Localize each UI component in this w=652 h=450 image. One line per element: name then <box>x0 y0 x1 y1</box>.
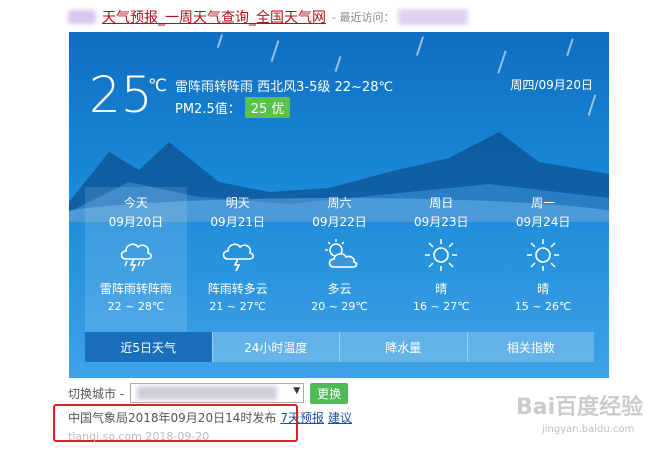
forecast-day-name: 周六 <box>327 196 352 210</box>
blurred-recent-city[interactable] <box>398 9 469 25</box>
forecast-day-date: 09月24日 <box>515 215 571 229</box>
forecast-day-date: 09月22日 <box>312 215 367 229</box>
site-title-link[interactable]: 天气预报_一周天气查询_全国天气网 <box>102 7 326 27</box>
tab-5-day-weather[interactable]: 近5日天气 <box>85 332 212 362</box>
forecast-day-desc: 雷阵雨转阵雨 <box>99 282 172 296</box>
forecast-day-range: 21 ~ 27℃ <box>209 300 266 313</box>
forecast-tabs: 近5日天气 24小时温度 降水量 相关指数 <box>85 332 594 362</box>
forecast-day-desc: 晴 <box>537 282 550 296</box>
current-temperature: 25 <box>89 66 153 124</box>
rain-streak <box>270 40 279 62</box>
blurred-city-name <box>137 386 278 400</box>
forecast-day-desc: 多云 <box>327 282 352 296</box>
forecast-day-name: 今天 <box>123 196 148 210</box>
forecast-strip: 今天 09月20日 雷阵雨转阵雨 22 ~ 28℃ 明天 09月21日 阵雨转多… <box>85 187 594 332</box>
partly-cloudy-icon <box>324 239 357 268</box>
watermark-brand: Bai百度经验 <box>516 394 643 420</box>
rain-streak <box>415 36 424 56</box>
site-header: 天气预报_一周天气查询_全国天气网 - 最近访问： <box>68 6 469 28</box>
forecast-day-desc: 晴 <box>435 282 448 296</box>
forecast-day-date: 09月20日 <box>108 215 164 229</box>
forecast-day-range: 22 ~ 28℃ <box>107 300 165 313</box>
recent-visits-label: - 最近访问： <box>332 11 395 24</box>
city-switch-label: 切换城市 - <box>68 386 125 401</box>
thunder-shower-icon <box>222 243 254 272</box>
rain-streak <box>334 56 341 72</box>
forecast-day-range: 15 ~ 26℃ <box>514 300 572 313</box>
site-url-date: tianqi.so.com 2018-09-20 <box>68 430 210 443</box>
pm25-badge: 25 优 <box>244 97 291 118</box>
temperature-unit: ℃ <box>148 76 168 96</box>
forecast-day-card[interactable]: 周一 09月24日 晴 15 ~ 26℃ <box>492 187 594 332</box>
blurred-favicon <box>68 10 96 24</box>
forecast-day-desc: 阵雨转多云 <box>207 282 268 296</box>
sunny-icon <box>527 239 560 271</box>
forecast-day-name: 明天 <box>225 196 250 210</box>
rain-streak <box>566 38 574 56</box>
watermark-url: jingyan.baidu.com <box>541 424 634 435</box>
sunny-icon <box>425 239 458 271</box>
forecast-day-card[interactable]: 周六 09月22日 多云 20 ~ 29℃ <box>289 187 391 332</box>
tab-precipitation[interactable]: 降水量 <box>339 332 467 362</box>
switch-city-button[interactable]: 更换 <box>310 382 349 404</box>
city-select[interactable]: ▼ <box>130 383 305 403</box>
weather-widget: 25 ℃ 雷阵雨转阵雨 西北风3-5级 22~28℃ PM2.5值： 25 优 … <box>69 32 609 378</box>
current-date: 周四/09月20日 <box>510 78 593 92</box>
suggestion-link[interactable]: 建议 <box>328 409 352 426</box>
thunderstorm-icon <box>120 243 153 272</box>
forecast-day-date: 09月21日 <box>210 215 265 229</box>
weather-summary: 雷阵雨转阵雨 西北风3-5级 22~28℃ <box>175 80 394 95</box>
forecast-day-range: 16 ~ 27℃ <box>413 300 470 313</box>
chevron-down-icon: ▼ <box>293 386 301 396</box>
forecast-day-range: 20 ~ 29℃ <box>311 300 368 313</box>
forecast-day-card[interactable]: 今天 09月20日 雷阵雨转阵雨 22 ~ 28℃ <box>85 187 187 332</box>
city-switch-row: 切换城市 - ▼ 更换 <box>68 382 349 404</box>
forecast-day-card[interactable]: 明天 09月21日 阵雨转多云 21 ~ 27℃ <box>187 187 289 332</box>
pm25-row: PM2.5值： 25 优 <box>175 97 291 118</box>
forecast-day-name: 周一 <box>531 196 556 210</box>
pm25-label: PM2.5值： <box>175 102 241 117</box>
tab-related-index[interactable]: 相关指数 <box>466 332 594 362</box>
tab-24h-temperature[interactable]: 24小时温度 <box>211 332 339 362</box>
forecast-day-name: 周日 <box>429 196 454 210</box>
rain-streak <box>497 50 507 74</box>
forecast-day-date: 09月23日 <box>414 215 469 229</box>
forecast-day-card[interactable]: 周日 09月23日 晴 16 ~ 27℃ <box>390 187 492 332</box>
baidu-jingyan-watermark-logo: Bai百度经验 jingyan.baidu.com <box>516 394 643 435</box>
rain-streak <box>216 34 223 48</box>
